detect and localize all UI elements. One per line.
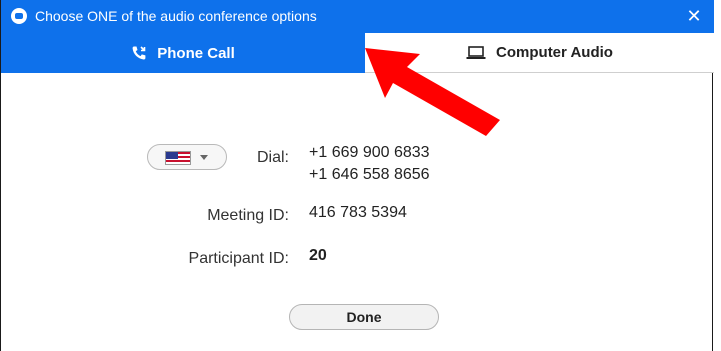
tab-phone-call[interactable]: Phone Call [1, 33, 365, 73]
us-flag-icon [165, 151, 191, 165]
country-selector[interactable] [147, 144, 227, 170]
close-button[interactable]: ✕ [684, 5, 704, 27]
dial-label: Dial: [256, 149, 289, 166]
dial-number-1: +1 669 900 6833 [309, 144, 430, 161]
chevron-down-icon [200, 155, 208, 160]
dial-number-2: +1 646 558 8656 [309, 166, 430, 183]
meeting-id-label: Meeting ID: [207, 207, 289, 224]
meeting-id-value: 416 783 5394 [309, 204, 407, 221]
window-title: Choose ONE of the audio conference optio… [35, 8, 317, 24]
tab-computer-audio-label: Computer Audio [496, 44, 613, 61]
title-bar: Choose ONE of the audio conference optio… [1, 0, 714, 33]
done-button[interactable]: Done [289, 304, 439, 330]
audio-tabs: Phone Call Computer Audio [1, 33, 714, 73]
tab-phone-call-label: Phone Call [157, 44, 235, 62]
participant-id-value: 20 [309, 247, 327, 264]
phone-icon [132, 46, 146, 60]
participant-id-label: Participant ID: [188, 250, 289, 267]
annotation-arrow [365, 48, 500, 136]
audio-options-dialog: Choose ONE of the audio conference optio… [0, 0, 714, 351]
zoom-logo-icon [11, 8, 27, 24]
